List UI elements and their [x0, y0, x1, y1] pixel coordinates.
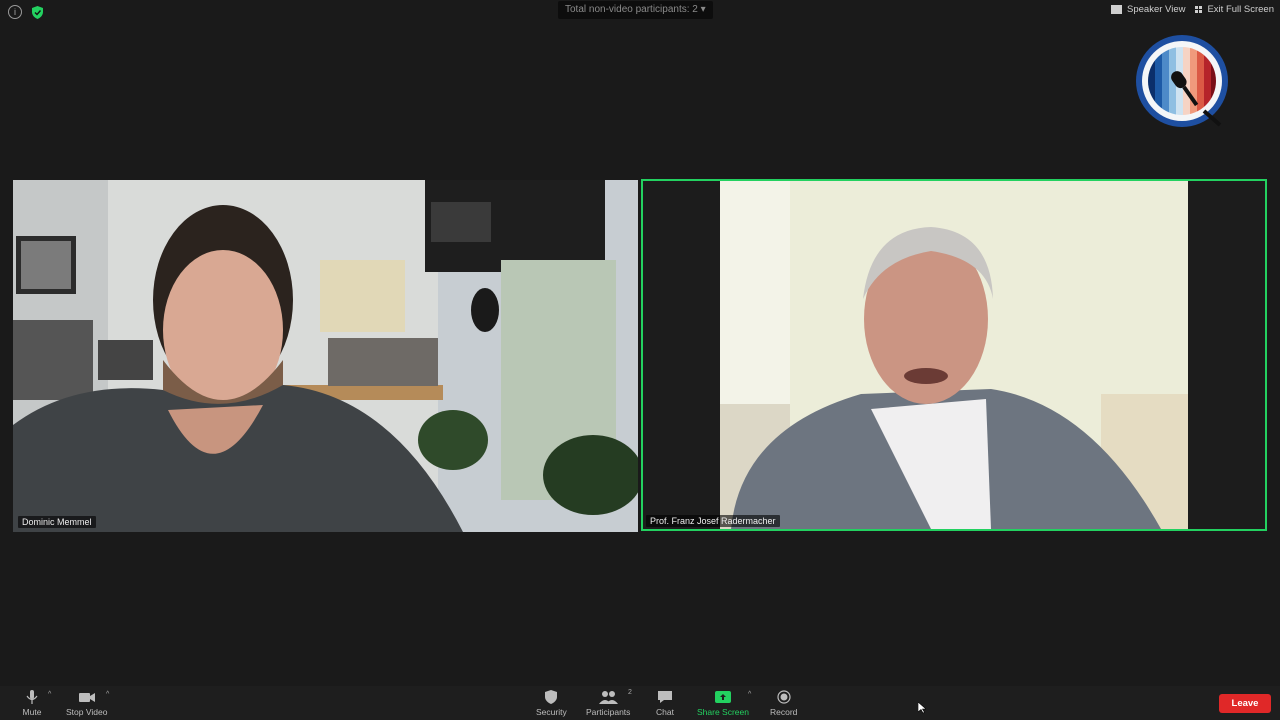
share-options-caret[interactable]: ^	[748, 691, 751, 698]
record-button[interactable]: Record	[770, 689, 797, 717]
participants-count: 2	[628, 689, 632, 696]
share-screen-icon	[714, 691, 731, 703]
view-controls: Speaker View Exit Full Screen	[1111, 4, 1274, 15]
info-icon[interactable]: i	[8, 5, 22, 19]
record-icon	[777, 690, 791, 704]
share-screen-button[interactable]: Share Screen	[697, 689, 749, 717]
share-screen-label: Share Screen	[697, 707, 749, 717]
shield-icon[interactable]	[32, 5, 43, 19]
stop-video-label: Stop Video	[66, 707, 108, 717]
stop-video-button[interactable]: Stop Video	[66, 689, 107, 717]
scientists-for-future-logo	[1136, 35, 1228, 127]
record-label: Record	[770, 707, 798, 717]
participant-video-feed	[13, 180, 638, 532]
chat-button[interactable]: Chat	[655, 689, 675, 717]
leave-button[interactable]: Leave	[1219, 694, 1271, 713]
security-icon	[545, 690, 558, 704]
exit-full-screen-button[interactable]: Exit Full Screen	[1195, 4, 1274, 15]
exit-full-screen-label: Exit Full Screen	[1207, 4, 1274, 15]
speaker-view-icon	[1111, 5, 1123, 14]
chat-icon	[658, 691, 672, 703]
security-label: Security	[536, 707, 567, 717]
mouse-cursor-icon	[918, 702, 926, 714]
meeting-info-area: i	[8, 5, 43, 19]
mute-button[interactable]: Mute	[22, 689, 42, 717]
speaker-view-label: Speaker View	[1127, 4, 1186, 15]
participant-video-feed	[643, 181, 1265, 529]
speaker-view-button[interactable]: Speaker View	[1111, 4, 1185, 15]
audio-options-caret[interactable]: ^	[48, 691, 51, 698]
participant-tile[interactable]: Dominic Memmel	[13, 180, 638, 532]
video-options-caret[interactable]: ^	[106, 691, 109, 698]
mute-label: Mute	[22, 707, 42, 717]
video-camera-icon	[78, 693, 95, 702]
active-speaker-tile[interactable]: Prof. Franz Josef Radermacher	[641, 179, 1267, 531]
non-video-participants-dropdown[interactable]: Total non-video participants: 2 ▾	[558, 1, 713, 19]
meeting-toolbar: Mute ^ Stop Video ^ Security Participant…	[0, 686, 1280, 720]
participant-name: Prof. Franz Josef Radermacher	[646, 515, 780, 527]
participants-label: Participants	[586, 707, 631, 717]
participants-icon	[599, 691, 619, 704]
chat-label: Chat	[656, 707, 674, 717]
microphone-icon	[26, 690, 38, 704]
security-button[interactable]: Security	[536, 689, 567, 717]
participant-name: Dominic Memmel	[18, 516, 96, 528]
exit-fullscreen-icon	[1195, 6, 1203, 13]
participants-button[interactable]: Participants	[586, 689, 630, 717]
